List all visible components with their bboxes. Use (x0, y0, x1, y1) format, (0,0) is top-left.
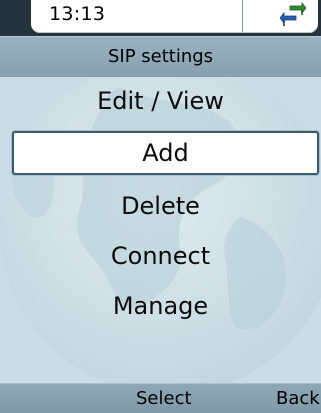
softkey-bar: Select Back (0, 383, 321, 413)
back-softkey[interactable]: Back (276, 388, 320, 409)
status-bar: 13:13 (0, 0, 321, 36)
screen-title: SIP settings (107, 46, 214, 67)
status-divider (242, 0, 243, 32)
menu-item-connect[interactable]: Connect (0, 234, 321, 278)
menu-item-delete[interactable]: Delete (0, 184, 321, 228)
menu-item-label: Edit / View (97, 87, 224, 115)
menu-item-manage[interactable]: Manage (0, 284, 321, 328)
menu-item-add[interactable]: Add (12, 131, 319, 175)
menu-item-label: Connect (110, 242, 211, 270)
select-softkey[interactable]: Select (136, 388, 192, 409)
menu-item-edit-view[interactable]: Edit / View (0, 79, 321, 123)
menu-area: Edit / View Add Delete Connect Manage (0, 77, 321, 383)
title-bar: SIP settings (0, 36, 321, 77)
menu-item-label: Add (142, 139, 189, 167)
clock-time: 13:13 (49, 3, 106, 25)
menu-item-label: Delete (121, 192, 200, 220)
sync-arrows-icon (280, 2, 306, 27)
menu-item-label: Manage (112, 292, 209, 320)
phone-screen: 13:13 SIP settings Edit / View Add Delet… (0, 0, 321, 413)
